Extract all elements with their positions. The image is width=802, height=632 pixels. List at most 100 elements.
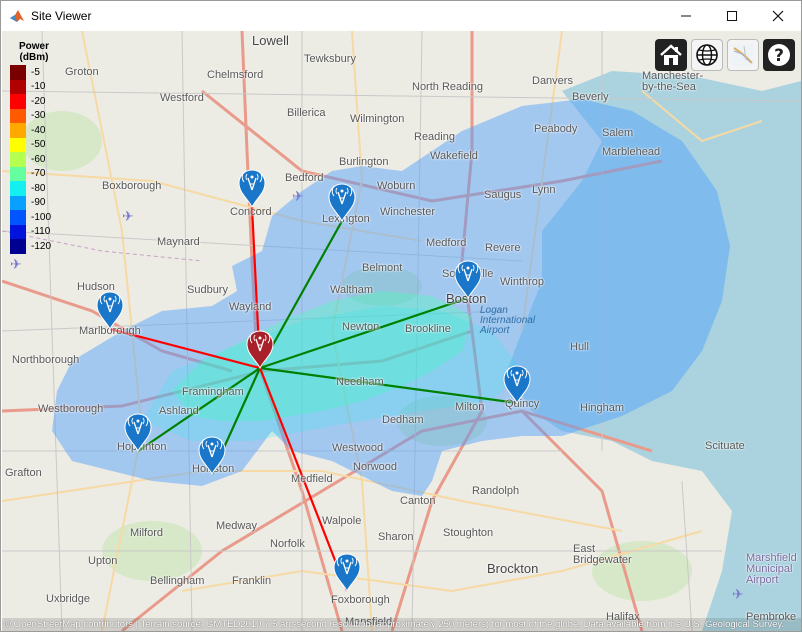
place-label: Maynard [157, 236, 200, 248]
legend-swatch [10, 181, 26, 196]
place-label: Bedford [285, 172, 324, 184]
legend-row: -5 [10, 65, 58, 80]
legend-label: -70 [31, 168, 46, 180]
place-label: Ashland [159, 405, 199, 417]
place-label: Hull [570, 341, 589, 353]
place-label: Winthrop [500, 276, 545, 288]
place-label: Boxborough [102, 180, 162, 192]
legend-row: -120 [10, 239, 58, 254]
legend-label: -80 [31, 182, 46, 194]
airport-icon: ✈ [732, 587, 744, 603]
place-label: Marlborough [79, 325, 141, 337]
matlab-logo-icon [10, 10, 24, 22]
place-label: Framingham [182, 386, 244, 398]
legend-title: Power (dBm) [10, 41, 58, 63]
place-label: Norwood [353, 461, 398, 473]
maximize-icon [727, 11, 737, 21]
help-button[interactable]: ? [763, 39, 795, 71]
legend-label: -100 [31, 211, 52, 223]
place-label: East Bridgewater [573, 543, 632, 566]
place-label: Danvers [532, 75, 573, 87]
place-label: Reading [414, 131, 455, 143]
map-view[interactable]: ✈ ✈ ✈ ✈ Lowell Tewksbury Groton Chelmsfo… [2, 31, 801, 631]
legend-swatch [10, 166, 26, 181]
airport-icon: ✈ [10, 257, 22, 273]
basemap-button[interactable] [691, 39, 723, 71]
legend-swatch [10, 94, 26, 109]
place-label: Groton [65, 66, 99, 78]
place-label: Milton [455, 401, 485, 413]
legend-row: -40 [10, 123, 58, 138]
place-label: Franklin [232, 575, 272, 587]
place-label: Saugus [484, 189, 522, 201]
legend-row: -20 [10, 94, 58, 109]
legend-row: -110 [10, 224, 58, 239]
legend-row: -30 [10, 108, 58, 123]
site-viewer-window: Site Viewer ✈ ✈ ✈ ✈ Lowell Tewksbury Gro… [0, 0, 802, 632]
legend-swatch [10, 123, 26, 138]
window-title: Site Viewer [31, 9, 92, 23]
legend-swatch [10, 108, 26, 123]
help-icon: ? [768, 44, 790, 66]
close-button[interactable] [755, 1, 801, 31]
place-label: Woburn [377, 180, 416, 192]
terrain-icon [732, 44, 754, 66]
close-icon [772, 10, 784, 22]
place-label: Hingham [580, 402, 625, 414]
map-toolbar: ? [655, 39, 795, 71]
place-label: Sudbury [187, 284, 228, 296]
legend-swatch [10, 137, 26, 152]
place-label: Beverly [572, 91, 609, 103]
place-label: Quincy [505, 398, 540, 410]
place-label: Concord [230, 206, 272, 218]
place-label: Medford [426, 237, 467, 249]
legend-row: -100 [10, 210, 58, 225]
place-label: Lynn [532, 184, 556, 196]
legend-label: -5 [31, 66, 40, 78]
maximize-button[interactable] [709, 1, 755, 31]
place-label: Canton [400, 495, 436, 507]
place-label: Marshfield Municipal Airport [746, 552, 797, 586]
place-label: Northborough [12, 354, 80, 366]
legend-row: -10 [10, 79, 58, 94]
title-bar: Site Viewer [1, 1, 801, 31]
place-label: Brookline [405, 323, 451, 335]
airport-icon: ✈ [292, 189, 304, 205]
place-label: Winchester [380, 206, 436, 218]
legend-swatch [10, 239, 26, 254]
legend-label: -20 [31, 95, 46, 107]
legend-row: -90 [10, 195, 58, 210]
place-label: Burlington [339, 156, 389, 168]
place-label: Boston [446, 291, 487, 306]
legend-label: -40 [31, 124, 46, 136]
place-label: Scituate [705, 440, 745, 452]
place-label: Revere [485, 242, 521, 254]
legend-rows: -5 -10 -20 -30 -40 -50 -60 -70 -80 -90 -100 -110 -12… [10, 65, 58, 254]
place-label: Upton [88, 555, 118, 567]
place-label: Wilmington [350, 113, 405, 125]
legend-row: -80 [10, 181, 58, 196]
place-label: Medfield [291, 473, 333, 485]
legend-row: -70 [10, 166, 58, 181]
place-label: Wakefield [430, 150, 478, 162]
place-label: Hudson [77, 281, 115, 293]
place-label: Milford [130, 527, 164, 539]
place-label: Salem [602, 127, 634, 139]
legend-swatch [10, 79, 26, 94]
home-button[interactable] [655, 39, 687, 71]
osm-attribution-link[interactable]: © OpenStreetMap contributors [4, 619, 133, 630]
place-label: Lexington [322, 213, 370, 225]
place-label: Somerville [442, 268, 494, 280]
place-label: Stoughton [443, 527, 494, 539]
terrain-attribution: | Terrain source: GMTED2010 7.5 arc-seco… [132, 619, 785, 630]
legend-label: -110 [31, 226, 51, 238]
legend-row: -60 [10, 152, 58, 167]
place-label: Uxbridge [46, 593, 91, 605]
legend-title-line1: Power [18, 41, 49, 52]
terrain-button[interactable] [727, 39, 759, 71]
place-label: Sharon [378, 531, 414, 543]
airport-icon: ✈ [122, 209, 134, 225]
place-label: Westborough [38, 403, 104, 415]
place-label: Peabody [534, 123, 578, 135]
minimize-button[interactable] [663, 1, 709, 31]
